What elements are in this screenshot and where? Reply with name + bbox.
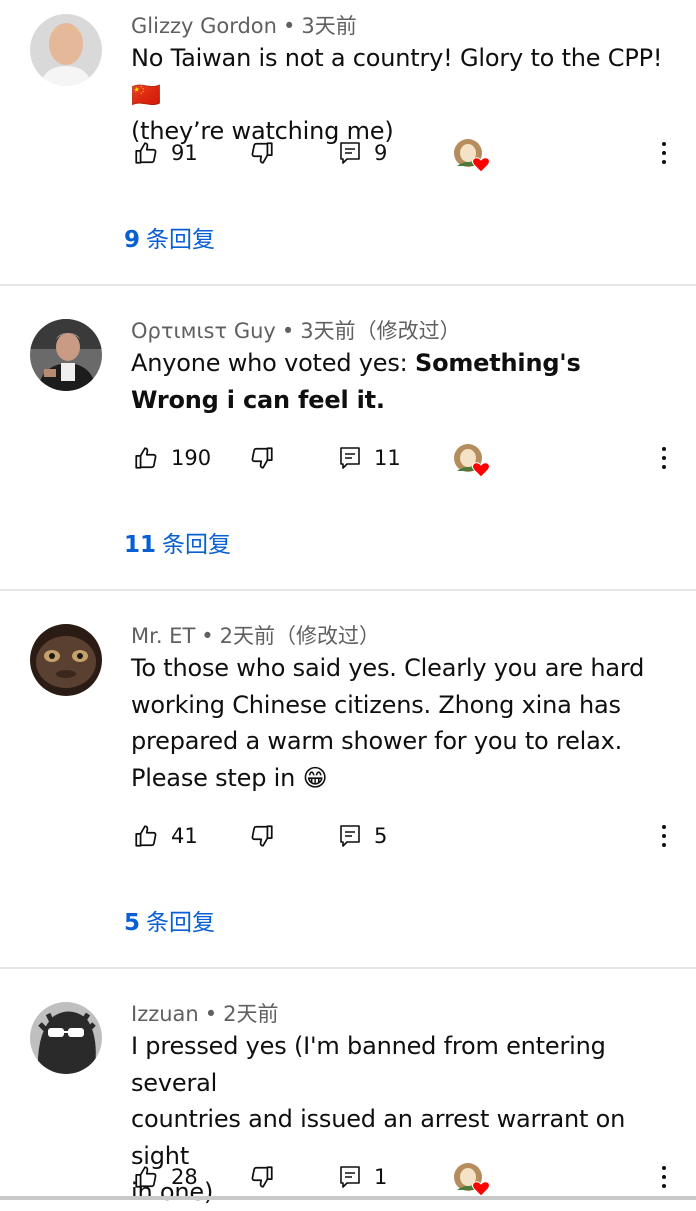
reply-comment-icon [340, 1166, 360, 1188]
like-button[interactable]: 91 [133, 133, 198, 173]
divider [0, 967, 696, 969]
avatar[interactable] [30, 319, 102, 391]
replies-link-label: 条回复 [146, 910, 216, 936]
creator-heart-icon [472, 1181, 490, 1197]
reply-comment-icon [340, 142, 360, 164]
more-options-button[interactable] [654, 816, 674, 856]
comment-text-plain: Anyone who voted yes: [131, 349, 415, 377]
comment-text: Anyone who voted yes: Something's Wrong … [131, 345, 676, 418]
reply-button[interactable]: 5 [338, 816, 387, 856]
more-options-button[interactable] [654, 438, 674, 478]
reply-count: 5 [374, 824, 388, 848]
like-count: 91 [171, 141, 198, 165]
reply-button[interactable]: 9 [338, 133, 387, 173]
edited-label: （修改过） [275, 624, 381, 648]
reply-comment-icon [340, 447, 360, 469]
thumb-up-icon [135, 142, 157, 164]
avatar[interactable] [30, 624, 102, 696]
more-vertical-icon [662, 1166, 666, 1170]
divider [0, 284, 696, 286]
more-vertical-icon [662, 142, 666, 146]
thumb-up-icon [135, 825, 157, 847]
author-name[interactable]: Izzuan [131, 1002, 199, 1026]
dislike-button[interactable] [249, 438, 275, 478]
bottom-edge [0, 1196, 696, 1200]
view-replies-link[interactable]: 9 条回复 [124, 220, 215, 254]
author-name[interactable]: Glizzy Gordon [131, 14, 277, 38]
like-count: 190 [171, 446, 212, 470]
comment-time[interactable]: 2天前 [220, 624, 275, 648]
comment-actions: 91 9 [0, 133, 696, 173]
comment-2: Oρτιмιsτ Guy • 3天前（修改过） Anyone who voted y… [0, 305, 696, 590]
like-button[interactable]: 190 [133, 438, 211, 478]
like-count: 28 [171, 1165, 198, 1189]
avatar[interactable] [30, 14, 102, 86]
comment-time[interactable]: 3天前 [300, 319, 355, 343]
comment-4: Izzuan • 2天前 I pressed yes (I'm banned fro… [0, 988, 696, 1206]
view-replies-link[interactable]: 5 条回复 [124, 903, 215, 937]
thumb-down-icon [251, 447, 273, 469]
creator-heart [453, 138, 490, 173]
view-replies-link[interactable]: 11 条回复 [124, 525, 231, 559]
replies-link-label: 条回复 [146, 227, 216, 253]
replies-link-count: 11 [124, 532, 157, 558]
avatar[interactable] [30, 1002, 102, 1074]
comment-1: Glizzy Gordon • 3天前 No Taiwan is not a cou… [0, 0, 696, 285]
reply-button[interactable]: 1 [338, 1157, 387, 1197]
comment-meta: Izzuan • 2天前 [131, 1002, 279, 1026]
author-name[interactable]: Mr. ET [131, 624, 195, 648]
edited-label: （修改过） [355, 319, 461, 343]
replies-link-label: 条回复 [162, 532, 232, 558]
reply-button[interactable]: 11 [338, 438, 401, 478]
thumb-up-icon [135, 447, 157, 469]
reply-comment-icon [340, 825, 360, 847]
comment-meta: Oρτιмιsτ Guy • 3天前（修改过） [131, 319, 461, 343]
more-vertical-icon [662, 447, 666, 451]
more-options-button[interactable] [654, 1157, 674, 1197]
comment-text: To those who said yes. Clearly you are h… [131, 650, 676, 796]
comment-actions: 190 11 [0, 438, 696, 478]
like-button[interactable]: 41 [133, 816, 198, 856]
divider [0, 589, 696, 591]
reply-count: 11 [374, 446, 401, 470]
creator-heart-icon [472, 462, 490, 478]
reply-count: 1 [374, 1165, 388, 1189]
thumb-down-icon [251, 1166, 273, 1188]
comment-text-line: prepared a warm shower for you to relax. [131, 727, 623, 755]
creator-heart-icon [472, 157, 490, 173]
dislike-button[interactable] [249, 133, 275, 173]
comment-text-line: working Chinese citizens. Zhong xina has [131, 690, 621, 719]
thumb-down-icon [251, 825, 273, 847]
comment-meta: Mr. ET • 2天前（修改过） [131, 624, 381, 648]
like-button[interactable]: 28 [133, 1157, 198, 1197]
replies-link-count: 5 [124, 910, 141, 936]
dislike-button[interactable] [249, 816, 275, 856]
reply-count: 9 [374, 141, 388, 165]
replies-link-count: 9 [124, 227, 141, 253]
creator-heart [453, 1162, 490, 1197]
comment-time[interactable]: 2天前 [223, 1002, 278, 1026]
comment-text-line: Please step in 😁 [131, 763, 328, 792]
comment-text-line: No Taiwan is not a country! Glory to the… [131, 44, 663, 109]
comment-text-line: To those who said yes. Clearly you are h… [131, 654, 645, 682]
like-count: 41 [171, 824, 198, 848]
creator-heart [453, 443, 490, 478]
comment-time[interactable]: 3天前 [301, 14, 356, 38]
dislike-button[interactable] [249, 1157, 275, 1197]
thumb-up-icon [135, 1166, 157, 1188]
more-options-button[interactable] [654, 133, 674, 173]
comment-actions: 41 5 [0, 816, 696, 856]
comment-meta: Glizzy Gordon • 3天前 [131, 14, 357, 38]
author-name[interactable]: Oρτιмιsτ Guy [131, 319, 276, 343]
comment-text-line: I pressed yes (I'm banned from entering … [131, 1032, 606, 1097]
comment-3: Mr. ET • 2天前（修改过） To those who said yes. C… [0, 610, 696, 968]
more-vertical-icon [662, 825, 666, 829]
thumb-down-icon [251, 142, 273, 164]
comment-actions: 28 1 [0, 1157, 696, 1197]
